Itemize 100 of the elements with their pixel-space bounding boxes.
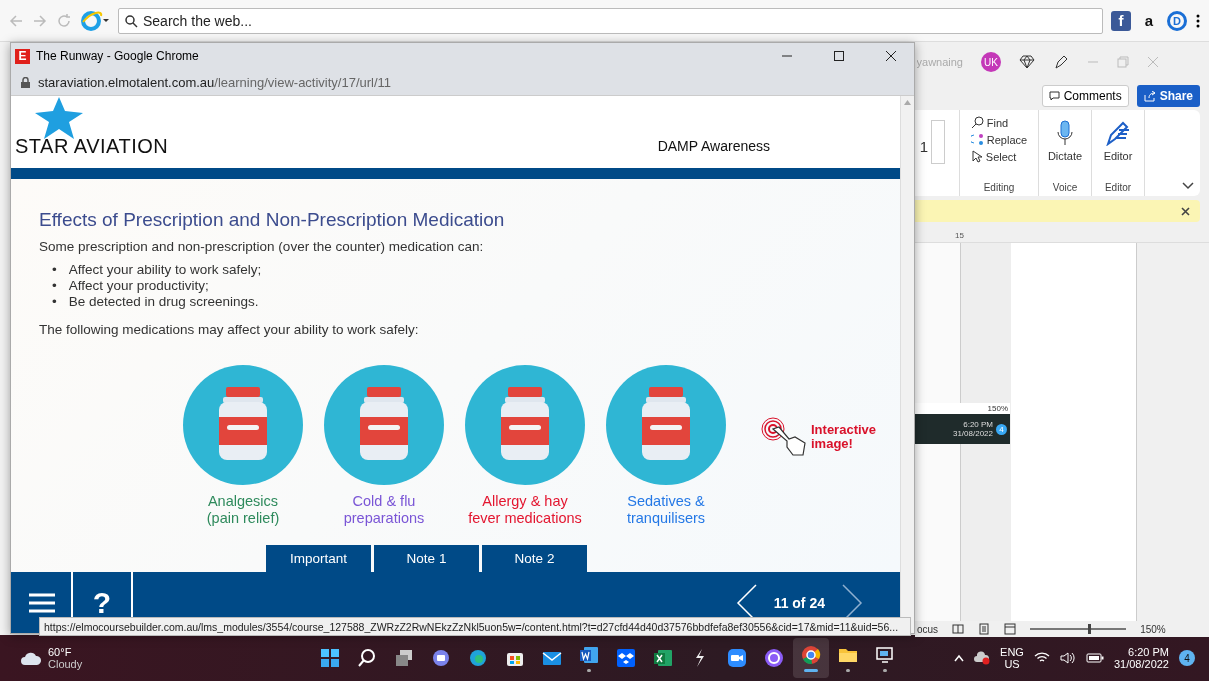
bullet-item: Be detected in drug screenings. <box>68 294 259 310</box>
taskbar-app[interactable] <box>793 638 829 678</box>
select-button[interactable]: Select <box>970 150 1028 163</box>
zoom-icon <box>726 647 748 669</box>
note-tab[interactable]: Note 1 <box>374 545 479 572</box>
weather-condition: Cloudy <box>48 658 83 670</box>
medication-label: Allergy & hay fever medications <box>467 493 583 527</box>
link-url-tooltip: https://elmocoursebuilder.com.au/lms_modules/3554/course_127588_ZWRzZ2RwNEkzZzNkl5uon5w=/content.html?t=d27cfd44d40d37576bbdfefa8ef30556&cid=17&mid=11&uid=56... <box>39 617 911 636</box>
medicine-bottle-icon <box>360 387 408 460</box>
word-icon <box>578 644 600 666</box>
lead-text: The following medications may affect your ability to work safely: <box>39 322 420 337</box>
extension-logo[interactable]: f <box>1111 10 1131 31</box>
bullet-marker: • <box>52 278 57 294</box>
focus-label[interactable]: ocus <box>917 623 939 635</box>
medication-card[interactable] <box>183 365 303 485</box>
pen-icon[interactable] <box>1053 54 1069 70</box>
group-label: Editing <box>983 182 1015 195</box>
close-icon <box>886 51 896 61</box>
ruler-number: 15 <box>955 230 964 240</box>
zoom-value: 150% <box>1140 623 1166 635</box>
battery-icon[interactable] <box>1085 652 1104 664</box>
speaker-icon[interactable] <box>1059 652 1076 664</box>
clock-date: 31/08/2022 <box>952 429 993 438</box>
lock-icon <box>21 76 30 88</box>
bullet-marker: • <box>52 294 57 310</box>
close-icon[interactable] <box>1181 206 1190 216</box>
replace-icon <box>970 133 984 146</box>
tap-hand-icon <box>761 417 807 457</box>
editor-button[interactable]: Editor <box>1101 116 1135 182</box>
web-layout-icon[interactable] <box>1004 623 1017 635</box>
zoom-slider[interactable] <box>1087 624 1091 634</box>
intro-text: Some prescription and non-prescription (over the counter) medication can: <box>39 239 485 254</box>
menu-icon <box>29 592 55 613</box>
window-title: The Runway - Google Chrome <box>36 49 200 63</box>
clock-time: 6:20 PM <box>963 420 993 429</box>
medication-card[interactable] <box>606 365 726 485</box>
comments-button[interactable]: Comments <box>1041 85 1129 107</box>
medication-card[interactable] <box>324 365 444 485</box>
task-view-icon <box>393 647 415 669</box>
page-counter: 11 of 24 <box>773 594 825 611</box>
browser-logo-icon[interactable] <box>80 9 110 32</box>
medicine-bottle-icon <box>219 387 267 460</box>
medicine-bottle-icon <box>642 387 690 460</box>
note-tab[interactable]: Note 2 <box>482 545 587 572</box>
bullet-item: Affect your productivity; <box>68 278 209 294</box>
font-size-value: 1 <box>919 138 928 155</box>
chat-icon <box>430 647 452 669</box>
share-icon <box>1143 90 1156 102</box>
more-icon[interactable] <box>1195 12 1201 29</box>
cursor-icon <box>970 150 983 163</box>
excel-icon <box>652 647 674 669</box>
notification-badge[interactable]: 4 <box>1179 650 1195 666</box>
comment-icon <box>1048 91 1060 101</box>
group-label: Editor <box>1104 182 1132 195</box>
medicine-bottle-icon <box>501 387 549 460</box>
search-field[interactable]: Search the web... <box>118 7 1103 34</box>
find-button[interactable]: Find <box>970 116 1028 129</box>
notification-badge: 4 <box>996 423 1007 435</box>
collapse-ribbon-icon[interactable] <box>1182 182 1194 190</box>
interactive-hint: Interactive image! <box>811 423 877 451</box>
maximize-icon <box>834 51 844 61</box>
cloud-error-icon[interactable] <box>974 651 991 665</box>
replace-button[interactable]: Replace <box>970 133 1028 146</box>
read-mode-icon[interactable] <box>952 623 965 635</box>
url-text: staraviation.elmotalent.com.au/learning/view-activity/17/url/11 <box>38 74 392 90</box>
search-icon <box>125 14 138 28</box>
share-button[interactable]: Share <box>1136 85 1200 107</box>
input-region[interactable]: US <box>1004 658 1020 670</box>
extension-logo[interactable]: D <box>1167 10 1187 31</box>
print-layout-icon[interactable] <box>978 623 991 635</box>
clock-time[interactable]: 6:20 PM <box>1128 646 1169 658</box>
clock-date[interactable]: 31/08/2022 <box>1113 658 1169 670</box>
remote-icon <box>874 644 896 666</box>
site-logo: E <box>15 48 30 64</box>
temperature: 60°F <box>48 646 73 658</box>
user-name: yawnaing <box>917 56 963 68</box>
note-tab[interactable]: Important <box>266 545 371 572</box>
medication-label: Analgesics (pain relief) <box>205 493 281 527</box>
cloud-icon[interactable] <box>20 650 42 666</box>
user-avatar[interactable]: UK <box>981 52 1001 72</box>
pen-icon <box>1105 120 1131 146</box>
module-title: DAMP Awareness <box>657 138 770 156</box>
input-language[interactable]: ENG <box>1000 646 1024 658</box>
edge-icon <box>467 647 489 669</box>
zoom-value: 150% <box>915 403 1010 414</box>
search-icon <box>970 116 984 129</box>
dropbox-icon <box>615 647 637 669</box>
chevron-up-icon[interactable] <box>954 654 965 662</box>
start-icon <box>319 647 341 669</box>
bullet-marker: • <box>52 262 57 278</box>
dictate-button[interactable]: Dictate <box>1045 116 1085 182</box>
brand-logo: STAR AVIATION <box>15 135 169 158</box>
medication-card[interactable] <box>465 365 585 485</box>
ring-app-icon <box>763 647 785 669</box>
microphone-icon <box>1057 120 1073 146</box>
group-label: Voice <box>1052 182 1078 195</box>
wifi-icon[interactable] <box>1033 652 1050 664</box>
medication-label: Cold & flu preparations <box>342 493 426 527</box>
extension-logo[interactable]: a <box>1139 10 1159 31</box>
diamond-icon[interactable] <box>1019 55 1035 69</box>
